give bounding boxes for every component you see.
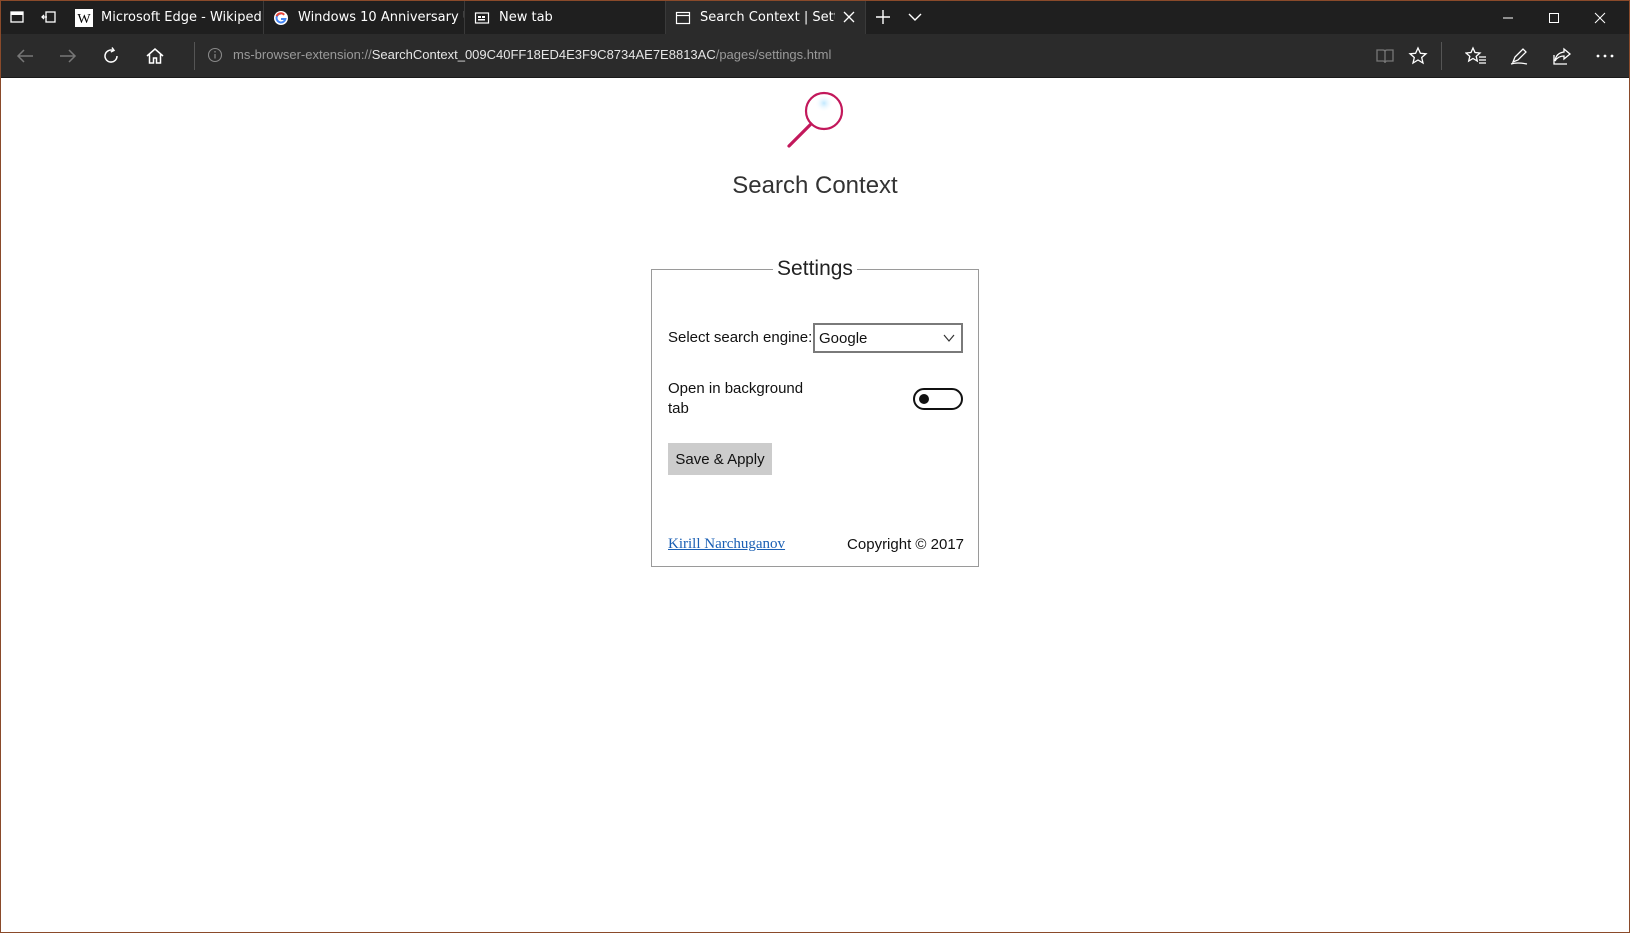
new-tab-page-icon [473,9,491,27]
address-toolbar: ms-browser-extension://SearchContext_009… [1,34,1629,78]
chevron-down-icon [943,334,955,342]
tab-label: Microsoft Edge - Wikipedia [101,10,263,25]
save-apply-button[interactable]: Save & Apply [668,443,772,475]
close-window-icon[interactable] [1577,1,1623,34]
settings-legend: Settings [777,257,853,280]
background-tab-label-line: Open in background [668,380,804,397]
share-icon[interactable] [1550,44,1574,68]
site-info-icon[interactable] [207,47,225,65]
close-tab-icon[interactable] [841,9,857,25]
url-scheme: ms-browser-extension:// [233,47,372,62]
forward-arrow-icon[interactable] [56,44,80,68]
tab-bar: W Microsoft Edge - Wikipedia Windows 10 … [1,1,1629,34]
hub-favorites-icon[interactable] [1464,44,1488,68]
settings-panel: Settings Select search engine: Google Op… [651,257,979,567]
background-tab-toggle[interactable] [913,388,963,410]
minimize-icon[interactable] [1485,1,1531,34]
more-ellipsis-icon[interactable] [1593,44,1617,68]
search-engine-select[interactable]: Google [813,323,963,353]
search-engine-label: Select search engine: [668,329,813,346]
tab-search-context-settings[interactable]: Search Context | Setting [666,1,866,34]
author-link[interactable]: Kirill Narchuganov [668,536,785,553]
tab-label: Search Context | Setting [700,10,835,25]
copyright-text: Copyright © 2017 [847,536,964,553]
toolbar-divider [194,42,195,70]
address-bar-url[interactable]: ms-browser-extension://SearchContext_009… [233,47,831,62]
svg-text:W: W [77,12,91,27]
page-icon [674,9,692,27]
tab-new-tab[interactable]: New tab [465,1,666,34]
reading-view-book-icon[interactable] [1373,44,1397,68]
page-content: Search Context Settings Select search en… [1,78,1629,932]
toggle-knob [919,394,929,404]
tab-windows-anniversary[interactable]: Windows 10 Anniversary Up [264,1,465,34]
tab-wikipedia[interactable]: W Microsoft Edge - Wikipedia [67,1,264,34]
app-title: Search Context [732,172,898,199]
google-g-icon [272,9,290,27]
tab-preview-chevron-down-icon[interactable] [905,7,925,27]
magnifier-logo-icon [787,91,844,148]
background-tab-label: Open in background tab [668,379,803,419]
tab-label: New tab [499,10,553,25]
tab-manager-icon[interactable] [7,7,27,27]
maximize-icon[interactable] [1531,1,1577,34]
new-tab-plus-icon[interactable] [873,7,893,27]
url-path: /pages/settings.html [715,47,832,62]
toolbar-divider [1441,42,1442,70]
browser-window: W Microsoft Edge - Wikipedia Windows 10 … [0,0,1630,933]
background-tab-label-line: tab [668,400,689,417]
wikipedia-w-icon: W [75,8,93,27]
back-arrow-icon[interactable] [13,44,37,68]
web-note-pen-icon[interactable] [1507,44,1531,68]
add-favorite-star-icon[interactable] [1406,44,1430,68]
refresh-icon[interactable] [99,44,123,68]
tab-label: Windows 10 Anniversary Up [298,10,464,25]
url-host: SearchContext_009C40FF18ED4E3F9C8734AE7E… [371,47,716,62]
search-engine-value: Google [819,329,868,347]
home-icon[interactable] [143,44,167,68]
set-tabs-aside-icon[interactable] [39,7,59,27]
